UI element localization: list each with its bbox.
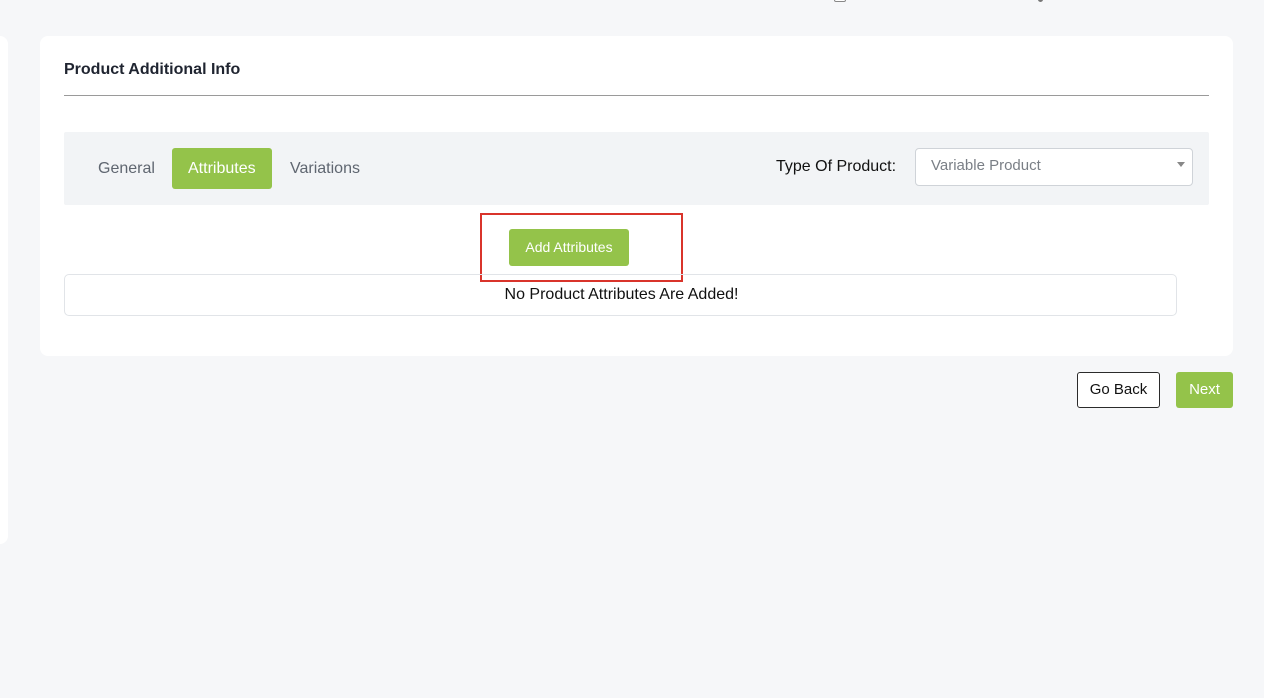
dot-icon: [1038, 0, 1043, 2]
tab-general[interactable]: General: [82, 148, 171, 189]
go-back-button[interactable]: Go Back: [1077, 372, 1160, 408]
attributes-empty-state: No Product Attributes Are Added!: [64, 274, 1177, 316]
tab-bar: General Attributes Variations Type Of Pr…: [64, 132, 1209, 205]
card-title: Product Additional Info: [64, 61, 241, 78]
tab-attributes[interactable]: Attributes: [172, 148, 272, 189]
add-attributes-button[interactable]: Add Attributes: [509, 229, 629, 266]
product-additional-info-card: Product Additional Info General Attribut…: [40, 36, 1233, 356]
tab-variations[interactable]: Variations: [274, 148, 376, 189]
left-side-panel: [0, 36, 8, 544]
next-button[interactable]: Next: [1176, 372, 1233, 408]
type-of-product-label: Type Of Product:: [776, 158, 897, 175]
type-of-product-value: Variable Product: [931, 157, 1041, 174]
card-divider: [64, 95, 1209, 96]
page-root: Product Additional Info General Attribut…: [0, 0, 1264, 698]
empty-state-message: No Product Attributes Are Added!: [504, 286, 739, 303]
checkbox-icon[interactable]: [834, 0, 846, 2]
type-of-product-select[interactable]: Variable Product: [915, 148, 1193, 186]
caret-down-icon: [1177, 162, 1185, 167]
